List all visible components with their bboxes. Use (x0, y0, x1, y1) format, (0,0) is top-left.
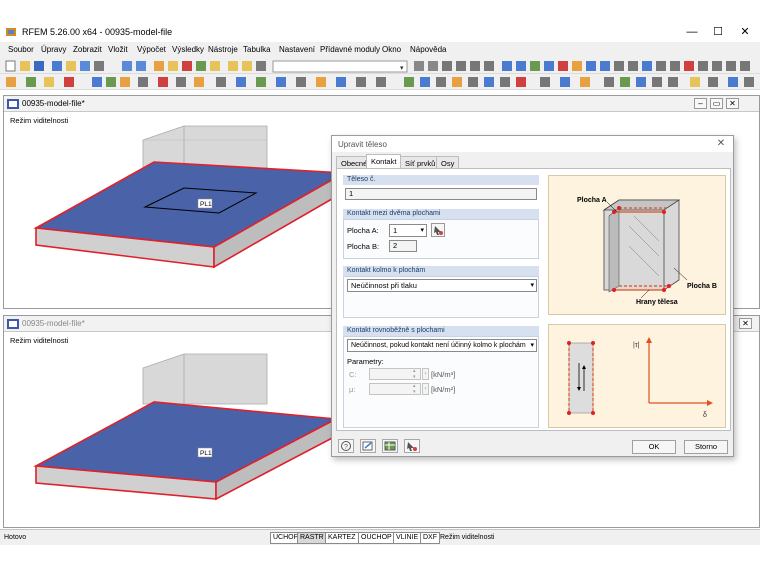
menu-table[interactable]: Tabulka (243, 45, 271, 54)
toolbar-secondary-icons[interactable] (0, 74, 760, 90)
mdi-restore-icon[interactable]: ▭ (710, 98, 723, 109)
c-label: C: (349, 370, 357, 379)
svg-text:▾: ▾ (400, 65, 404, 72)
status-grid-button[interactable]: RASTR (297, 532, 327, 544)
status-osnap-button[interactable]: OUCHOP (358, 532, 395, 544)
figure-label-surface-a: Plocha A (577, 197, 607, 204)
dialog-title: Upravit těleso (338, 140, 387, 149)
menu-settings[interactable]: Nastavení (279, 45, 315, 54)
status-ready: Hotovo (4, 534, 27, 541)
plate-label-top: PL1 (200, 201, 212, 208)
shear-figure: |τ| δ (548, 324, 726, 428)
mdi-minimize-icon[interactable]: – (694, 98, 707, 109)
status-cartesian-button[interactable]: KARTEZ (325, 532, 359, 544)
menu-insert[interactable]: Vložit (108, 45, 128, 54)
chevron-down-icon: ▾ (530, 282, 534, 289)
c-spinner-icon: ▴ ▾ (413, 368, 416, 380)
perpendicular-value: Neúčinnost při tlaku (351, 281, 417, 290)
plate-label-bottom: PL1 (200, 450, 212, 457)
menu-help[interactable]: Nápověda (410, 45, 446, 54)
surface-a-label: Plocha A: (347, 226, 379, 235)
mu-spinner-icon: ▴ ▾ (413, 383, 416, 395)
menu-bar: Soubor Úpravy Zobrazit Vložit Výpočet Vý… (0, 42, 760, 58)
chevron-down-icon: ▾ (530, 342, 534, 349)
menu-addons[interactable]: Přídavné moduly (320, 45, 380, 54)
menu-results[interactable]: Výsledky (172, 45, 204, 54)
params-label: Parametry: (347, 357, 384, 366)
status-mode: Režim viditelnosti (440, 534, 495, 541)
menu-window[interactable]: Okno (382, 45, 401, 54)
axis-label-delta: δ (703, 412, 707, 419)
maximize-button[interactable]: ☐ (706, 24, 730, 40)
solid-contact-illustration: Plocha A Plocha B Hrany tělesa (577, 197, 717, 306)
toolbar-main: ▾ (0, 58, 760, 74)
menu-file[interactable]: Soubor (8, 45, 34, 54)
edit-button[interactable] (360, 439, 376, 453)
toolbar-main-icons[interactable]: ▾ (0, 58, 760, 74)
figure-label-surface-b: Plocha B (687, 283, 717, 290)
perpendicular-header: Kontakt kolmo k plochám (343, 266, 539, 276)
menu-edit[interactable]: Úpravy (41, 45, 66, 54)
c-unit: [kN/m³] (431, 370, 456, 379)
pick-icon (407, 442, 417, 451)
chevron-down-icon: ▾ (420, 227, 424, 234)
close-button[interactable]: ✕ (733, 24, 757, 40)
mdi-close-icon[interactable]: ✕ (726, 98, 739, 109)
surface-a-value: 1 (393, 226, 398, 235)
mdi-titlebar-top[interactable]: 00935-model-file* – ▭ ✕ (4, 96, 759, 112)
mu-label: μ: (349, 385, 356, 394)
mu-unit: [kN/m²] (431, 385, 456, 394)
contact-tab-panel: Těleso č. 1 Kontakt mezi dvěma plochami … (336, 168, 731, 431)
surface-b-field[interactable]: 2 (389, 240, 417, 252)
parallel-value: Neúčinnost, pokud kontakt není účinný ko… (351, 342, 526, 349)
cancel-button[interactable]: Storno (684, 440, 728, 454)
pick-arrow-icon (434, 226, 443, 235)
table-button[interactable] (382, 439, 398, 453)
edit-icon (362, 441, 373, 451)
contact-figure: Plocha A Plocha B Hrany tělesa (548, 175, 726, 315)
model-window-icon (7, 99, 19, 109)
window-title: RFEM 5.26.00 x64 - 00935-model-file (22, 27, 173, 37)
rfem-app-icon (5, 26, 17, 38)
surface-a-select[interactable]: 1 ▾ (389, 224, 427, 237)
edit-solid-dialog[interactable]: Upravit těleso ✕ Obecné Kontakt Síť prvk… (331, 135, 734, 457)
toolbar-secondary (0, 74, 760, 90)
status-dxf-button[interactable]: DXF (420, 532, 440, 544)
surface-b-label: Plocha B: (347, 242, 380, 251)
svg-text:?: ? (344, 444, 348, 451)
mdi-title-top: 00935-model-file* (22, 99, 85, 108)
dialog-titlebar[interactable]: Upravit těleso ✕ (332, 136, 733, 152)
mu-arrow-button: › (422, 383, 429, 395)
shear-diagram-illustration: |τ| δ (567, 337, 713, 419)
menu-calculate[interactable]: Výpočet (137, 45, 166, 54)
contact-surfaces-header: Kontakt mezi dvěma plochami (343, 209, 539, 219)
status-bar: Hotovo UCHOP RASTR KARTEZ OUCHOP VLINIE … (0, 529, 760, 545)
dialog-close-icon[interactable]: ✕ (714, 138, 728, 150)
table-icon (384, 441, 396, 451)
parallel-select[interactable]: Neúčinnost, pokud kontakt není účinný ko… (347, 339, 537, 352)
title-bar: RFEM 5.26.00 x64 - 00935-model-file — ☐ … (0, 22, 760, 42)
solid-no-header: Těleso č. (343, 175, 539, 185)
tab-contact[interactable]: Kontakt (366, 154, 402, 169)
model-window-icon (7, 319, 19, 329)
parallel-header: Kontakt rovnoběžně s plochami (343, 326, 539, 336)
perpendicular-select[interactable]: Neúčinnost při tlaku ▾ (347, 279, 537, 292)
pick-surface-button[interactable] (431, 223, 445, 237)
mdi-title-bottom: 00935-model-file* (22, 319, 85, 328)
mdi-close-icon[interactable]: ✕ (739, 318, 752, 329)
minimize-button[interactable]: — (680, 24, 704, 40)
c-arrow-button: › (422, 368, 429, 380)
help-button[interactable]: ? (338, 439, 354, 453)
help-icon: ? (341, 441, 351, 451)
figure-label-edges: Hrany tělesa (636, 299, 678, 306)
ok-button[interactable]: OK (632, 440, 676, 454)
status-guideline-button[interactable]: VLINIE (393, 532, 422, 544)
menu-tools[interactable]: Nástroje (208, 45, 238, 54)
axis-label-tau: |τ| (633, 342, 640, 349)
menu-view[interactable]: Zobrazit (73, 45, 102, 54)
solid-no-field[interactable]: 1 (345, 188, 537, 200)
pick-button[interactable] (404, 439, 420, 453)
